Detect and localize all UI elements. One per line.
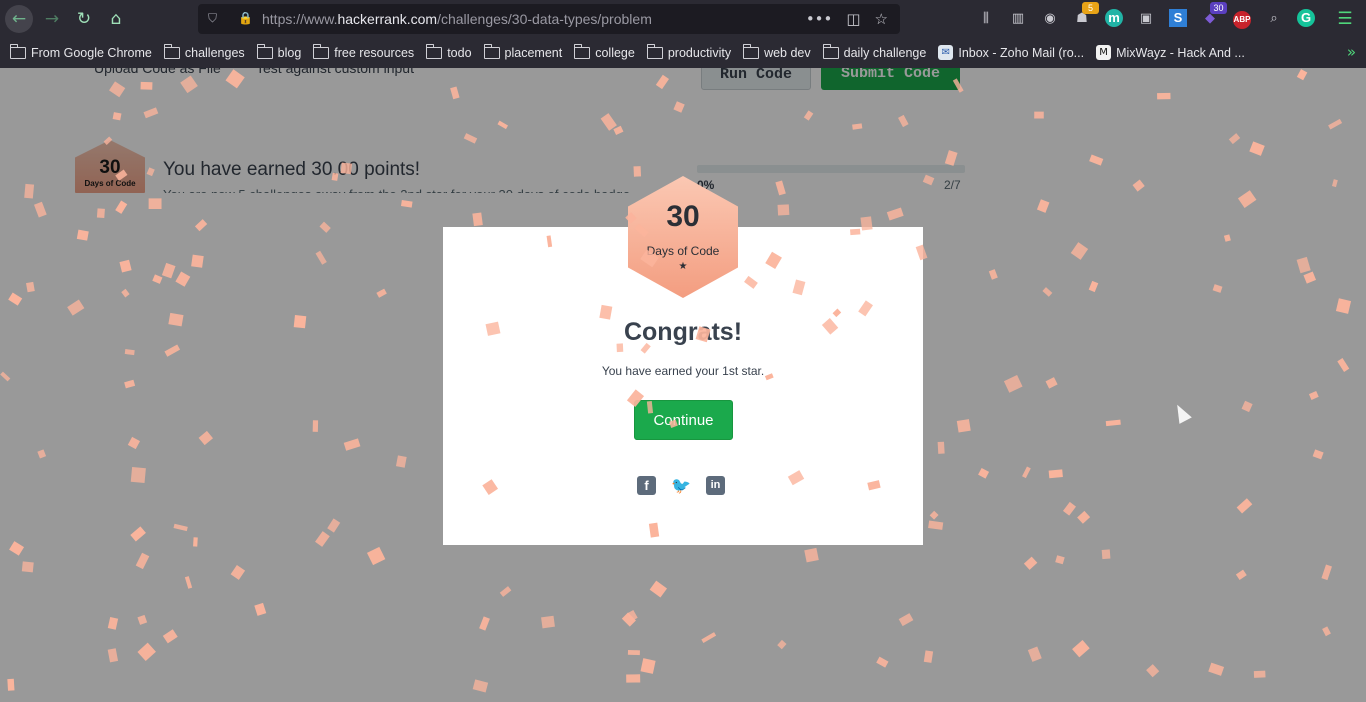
bookmark-item[interactable]: M MixWayz - Hack And ... (1096, 45, 1245, 60)
meet-extension-icon[interactable]: m (1103, 8, 1125, 30)
counter-extension-icon[interactable]: ◆ 30 (1199, 2, 1227, 30)
library-icon[interactable]: ⫼ (975, 8, 997, 30)
bookmark-label: todo (447, 45, 472, 60)
folder-icon (646, 43, 663, 59)
bookmark-label: web dev (764, 45, 811, 60)
url-prefix: https://www. (262, 11, 338, 27)
lock-icon[interactable]: 🔒 (238, 11, 253, 26)
notifier-extension-icon[interactable]: ☗ 5 (1071, 2, 1099, 30)
bookmark-item[interactable]: placement (483, 43, 563, 60)
bookmark-item[interactable]: college (574, 43, 635, 60)
site-favicon-icon: ✉ (938, 45, 954, 60)
site-favicon-icon: M (1096, 45, 1112, 60)
star-icon: ★ (678, 261, 688, 272)
bookmarks-bar: From Google Chrome challenges blog free res… (0, 38, 1366, 69)
tracking-shield-icon[interactable]: ⛉ (208, 11, 221, 26)
facebook-share-icon[interactable]: f (637, 476, 656, 495)
pocket-icon[interactable]: ◫ (846, 10, 860, 28)
bookmark-label: MixWayz - Hack And ... (1116, 45, 1245, 60)
folder-icon (822, 43, 839, 59)
bookmark-item[interactable]: free resources (313, 43, 415, 60)
bookmark-item[interactable]: blog (256, 43, 302, 60)
adblock-plus-icon[interactable]: ABP (1231, 8, 1253, 30)
more-bookmarks-icon[interactable]: » (1347, 43, 1356, 61)
congrats-subtitle: You have earned your 1st star. (601, 364, 765, 378)
sidebar-icon[interactable]: ▥ (1007, 8, 1029, 30)
page-actions-icon[interactable]: ••• (806, 10, 833, 28)
bookmark-item[interactable]: productivity (646, 43, 732, 60)
back-arrow-icon[interactable]: ← (5, 5, 33, 33)
url-domain: hackerrank.com (337, 11, 438, 27)
continue-button[interactable]: Continue (634, 400, 733, 440)
stylus-extension-icon[interactable]: S (1167, 8, 1189, 30)
bookmark-item[interactable]: daily challenge (822, 43, 927, 60)
browser-toolbar: ← → ↻ ⌂ ⛉ 🔒 https://www.hackerrank.com/c… (0, 0, 1366, 38)
bookmark-label: challenges (184, 45, 245, 60)
badge-number: 30 (666, 200, 700, 233)
url-text[interactable]: https://www.hackerrank.com/challenges/30… (262, 11, 652, 27)
bookmark-star-icon[interactable]: ☆ (875, 10, 888, 28)
bookmark-label: productivity (667, 45, 732, 60)
counter-badge: 30 (1210, 2, 1227, 14)
meet-extension-label: m (1105, 9, 1123, 27)
twitter-share-icon[interactable]: 🐦 (671, 476, 691, 495)
search-extension-icon[interactable]: ⌕ (1263, 8, 1285, 30)
url-path: /challenges/30-data-types/problem (437, 11, 652, 27)
folder-icon (163, 43, 180, 59)
bookmark-item[interactable]: web dev (743, 43, 811, 60)
bookmark-item[interactable]: todo (426, 43, 472, 60)
adblock-label: ABP (1233, 11, 1251, 29)
folder-icon (10, 43, 26, 59)
folder-icon (483, 43, 500, 59)
folder-icon (256, 43, 273, 59)
bookmark-label: free resources (334, 45, 415, 60)
bookmark-label: From Google Chrome (31, 45, 152, 60)
bookmark-label: Inbox - Zoho Mail (ro... (958, 45, 1085, 60)
bookmark-item[interactable]: From Google Chrome (10, 43, 152, 60)
reload-icon[interactable]: ↻ (70, 5, 98, 33)
bookmark-label: daily challenge (843, 45, 927, 60)
bookmark-label: placement (504, 45, 563, 60)
grammarly-icon[interactable]: G (1295, 8, 1317, 30)
hamburger-menu-icon[interactable]: ☰ (1334, 8, 1356, 30)
notifier-badge: 5 (1082, 2, 1099, 14)
bookmark-label: college (595, 45, 635, 60)
reader-extension-icon[interactable]: ▣ (1135, 8, 1157, 30)
address-bar[interactable]: ⛉ 🔒 https://www.hackerrank.com/challenge… (198, 4, 900, 34)
bookmark-item[interactable]: ✉ Inbox - Zoho Mail (ro... (938, 45, 1084, 60)
folder-icon (426, 43, 443, 59)
congrats-title: Congrats! (623, 318, 743, 346)
bookmark-item[interactable]: challenges (163, 43, 245, 60)
folder-icon (574, 43, 591, 59)
bookmark-label: blog (277, 45, 302, 60)
folder-icon (313, 43, 330, 59)
badge-label: Days of Code (646, 244, 720, 258)
forward-arrow-icon[interactable]: → (38, 5, 66, 33)
account-icon[interactable]: ◉ (1039, 8, 1061, 30)
folder-icon (743, 43, 760, 59)
linkedin-share-icon[interactable]: in (706, 476, 725, 495)
home-icon[interactable]: ⌂ (102, 5, 130, 33)
